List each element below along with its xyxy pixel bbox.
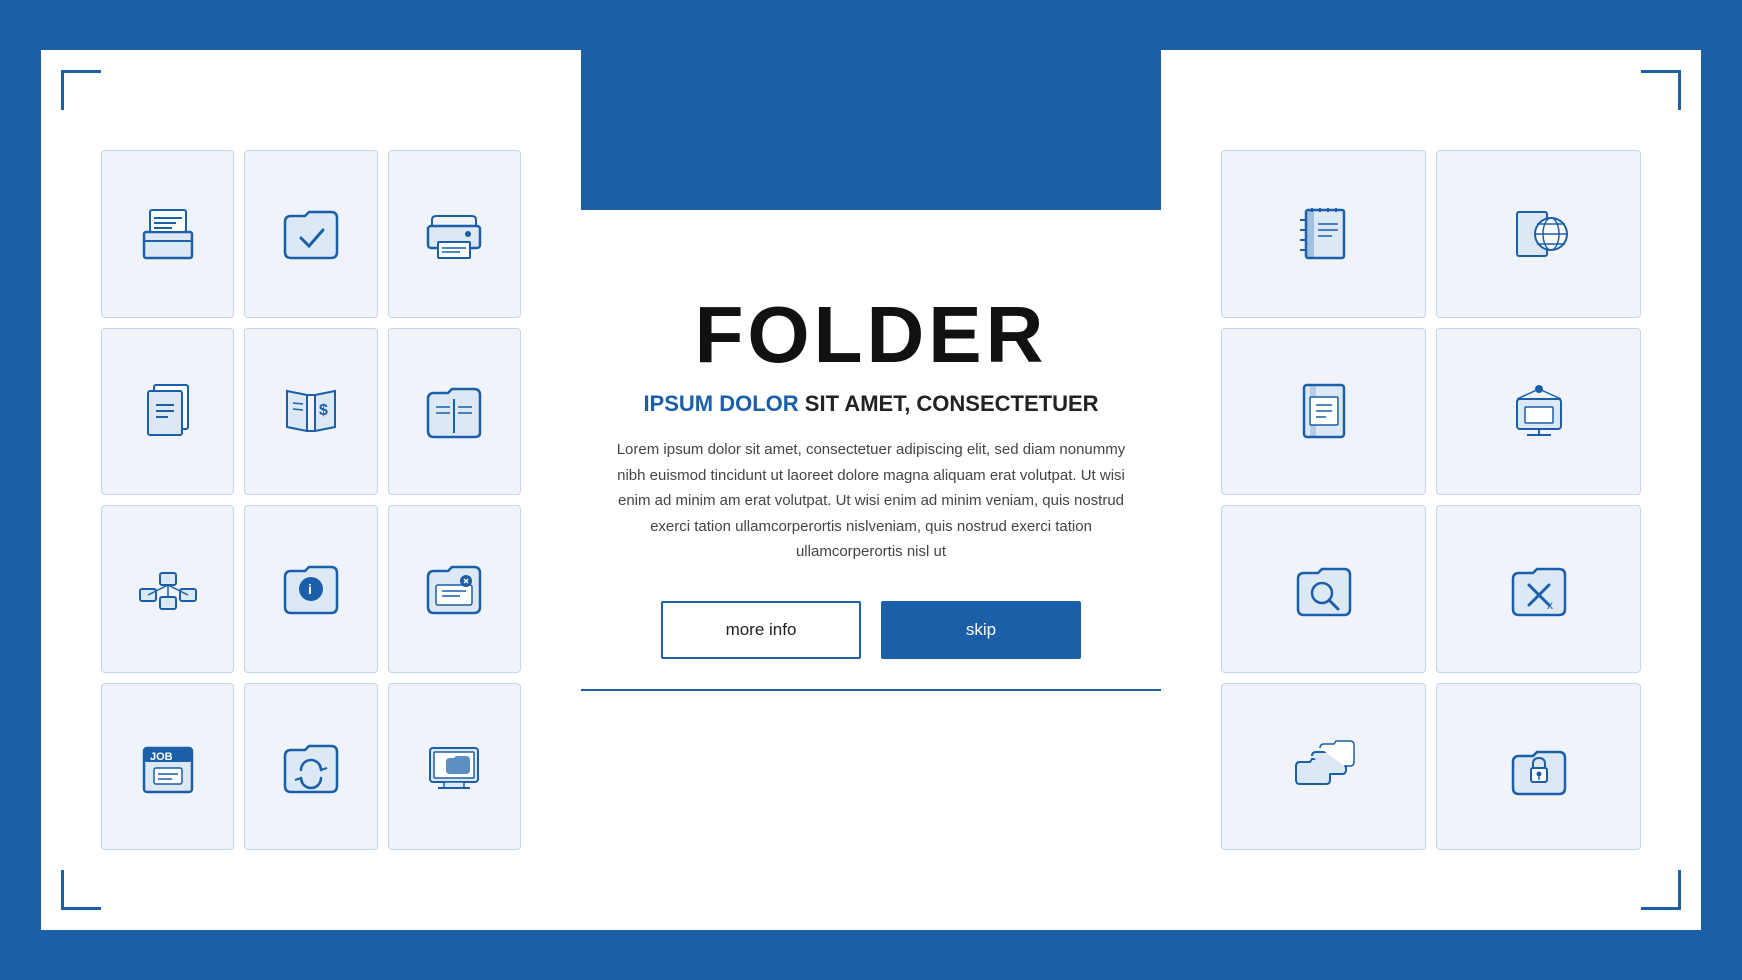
delete-folder-icon: x xyxy=(1436,505,1641,673)
folder-info-icon: i xyxy=(244,505,377,673)
printer-folder-icon xyxy=(388,150,521,318)
icons-right-panel: x xyxy=(1201,50,1701,930)
svg-text:x: x xyxy=(1547,598,1553,612)
subtitle: IPSUM DOLOR SIT AMET, CONSECTETUER xyxy=(643,391,1098,417)
svg-text:i: i xyxy=(308,581,312,597)
layout: $ xyxy=(41,50,1701,930)
folder-check-icon xyxy=(244,150,377,318)
globe-book-icon xyxy=(1436,150,1641,318)
binder-icon xyxy=(1221,328,1426,496)
subtitle-dark: SIT AMET, CONSECTETUER xyxy=(799,391,1099,416)
locked-folder-icon xyxy=(1436,683,1641,851)
more-info-button[interactable]: more info xyxy=(661,601,861,659)
buttons-group: more info skip xyxy=(661,601,1081,659)
notebook-icon xyxy=(1221,150,1426,318)
job-folder-icon: JOB xyxy=(101,683,234,851)
page-title: FOLDER xyxy=(695,289,1048,381)
subtitle-blue: IPSUM DOLOR xyxy=(643,391,798,416)
search-folder-icon xyxy=(1221,505,1426,673)
computer-folder-icon xyxy=(388,683,521,851)
main-card: $ xyxy=(41,50,1701,930)
center-content: FOLDER IPSUM DOLOR SIT AMET, CONSECTETUE… xyxy=(541,269,1201,711)
network-folder-icon xyxy=(1436,328,1641,496)
icons-left-panel: $ xyxy=(41,50,541,930)
document-stack-icon xyxy=(101,328,234,496)
open-book-dollar-icon: $ xyxy=(244,328,377,496)
body-text: Lorem ipsum dolor sit amet, consectetuer… xyxy=(611,437,1131,565)
skip-button[interactable]: skip xyxy=(881,601,1081,659)
divider xyxy=(581,689,1161,691)
file-tray-icon xyxy=(101,150,234,318)
svg-text:$: $ xyxy=(319,402,328,419)
multi-folder-icon xyxy=(1221,683,1426,851)
open-folder-book-icon xyxy=(388,328,521,496)
svg-text:JOB: JOB xyxy=(150,751,173,763)
folder-sync-icon xyxy=(244,683,377,851)
folder-settings-icon xyxy=(388,505,521,673)
folder-network-icon xyxy=(101,505,234,673)
